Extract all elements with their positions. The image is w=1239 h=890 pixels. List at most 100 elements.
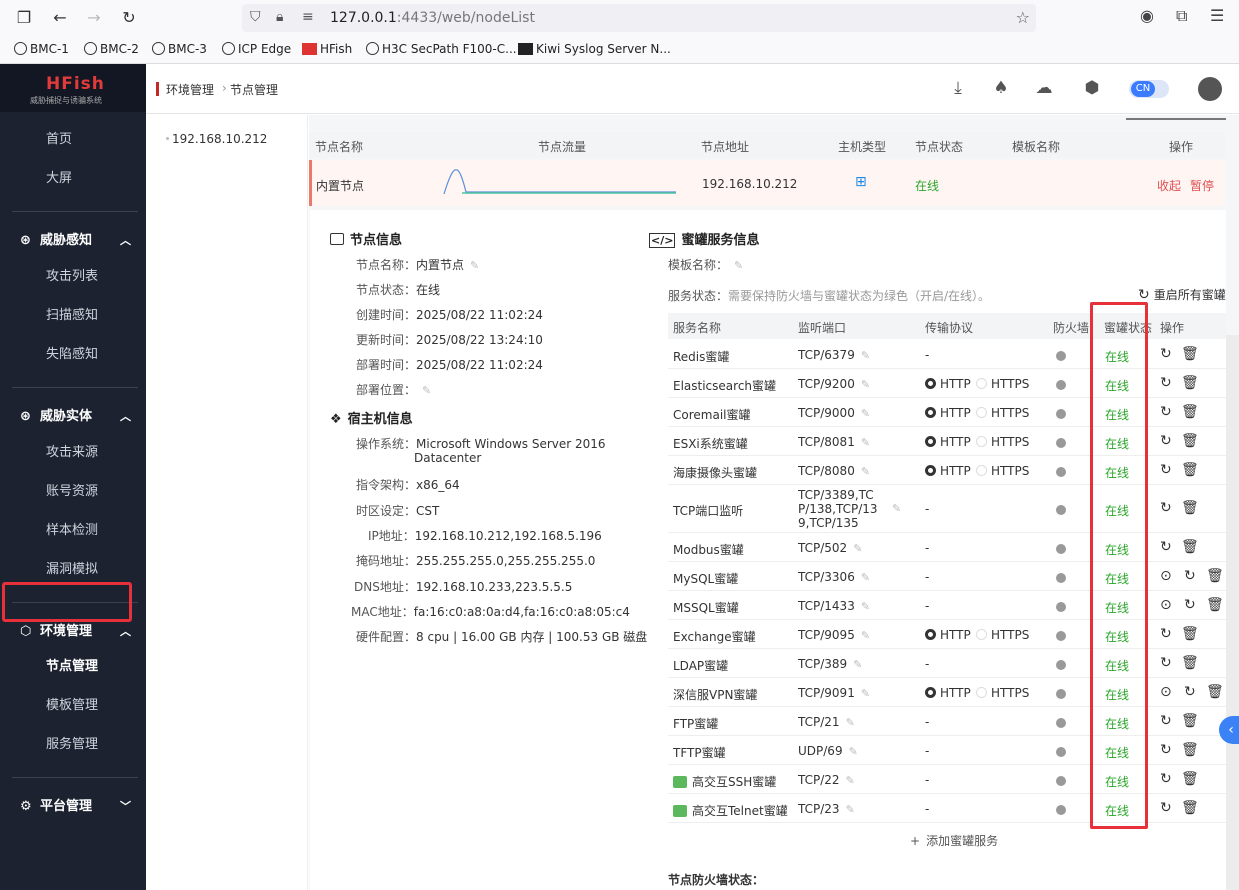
sidebar-item-screen[interactable]: 大屏: [0, 159, 146, 198]
trash-icon[interactable]: 🗑︎: [1206, 597, 1224, 613]
sidebar-item-attack-source[interactable]: 攻击来源: [0, 433, 146, 472]
bookmark-bmc1[interactable]: BMC-1: [14, 42, 69, 56]
bookmark-h3c[interactable]: H3C SecPath F100-C...: [366, 42, 517, 56]
restart-icon[interactable]: ↻: [1160, 539, 1172, 555]
collapse-link[interactable]: 收起: [1157, 177, 1181, 194]
language-toggle[interactable]: CN: [1129, 80, 1169, 98]
edit-icon[interactable]: ✎: [846, 803, 855, 816]
trash-icon[interactable]: 🗑︎: [1181, 346, 1199, 362]
edit-icon[interactable]: ✎: [861, 378, 870, 391]
hexagon-icon[interactable]: ⬢: [1082, 78, 1102, 98]
menu-icon[interactable]: ☰: [1210, 6, 1224, 25]
restart-icon[interactable]: ↻: [1184, 597, 1196, 613]
trash-icon[interactable]: 🗑︎: [1181, 655, 1199, 671]
trash-icon[interactable]: 🗑︎: [1181, 800, 1199, 816]
restart-icon[interactable]: ↻: [1160, 404, 1172, 420]
bookmark-bmc2[interactable]: BMC-2: [84, 42, 139, 56]
node-row[interactable]: 内置节点 192.168.10.212 ⊞ 在线 收起 暂停: [309, 160, 1225, 206]
edit-icon[interactable]: ✎: [892, 502, 901, 515]
trash-icon[interactable]: 🗑︎: [1206, 568, 1224, 584]
reload-icon[interactable]: ↻: [117, 6, 141, 30]
protocol-http[interactable]: HTTP: [925, 464, 971, 478]
edit-icon[interactable]: ✎: [853, 658, 862, 671]
wechat-icon[interactable]: ☁: [1034, 78, 1054, 98]
pause-link[interactable]: 暂停: [1190, 177, 1214, 194]
target-icon[interactable]: ⊙: [1160, 684, 1172, 700]
back-icon[interactable]: ←: [48, 6, 72, 30]
protocol-http[interactable]: HTTP: [925, 686, 971, 700]
restart-icon[interactable]: ↻: [1184, 684, 1196, 700]
protocol-http[interactable]: HTTP: [925, 628, 971, 642]
bookmark-icp-edge[interactable]: ICP Edge: [222, 42, 291, 56]
trash-icon[interactable]: 🗑︎: [1181, 404, 1199, 420]
extensions-icon[interactable]: ⧉: [1176, 6, 1187, 26]
account-icon[interactable]: ◉: [1140, 6, 1154, 25]
trash-icon[interactable]: 🗑︎: [1181, 771, 1199, 787]
sidebar-item-sample[interactable]: 样本检测: [0, 511, 146, 550]
sidebar-item-node-mgmt[interactable]: 节点管理: [0, 647, 146, 686]
edit-icon[interactable]: ✎: [861, 571, 870, 584]
restart-icon[interactable]: ↻: [1160, 462, 1172, 478]
add-service-button[interactable]: + 添加蜜罐服务: [910, 832, 998, 849]
edit-icon[interactable]: ✎: [861, 407, 870, 420]
trash-icon[interactable]: 🗑︎: [1206, 684, 1224, 700]
protocol-http[interactable]: HTTP: [925, 377, 971, 391]
url-bar[interactable]: ⛉ 🔒︎ ≡ 127.0.0.1:4433/web/nodeList ☆: [242, 4, 1036, 32]
edit-icon[interactable]: ✎: [470, 259, 479, 272]
edit-icon[interactable]: ✎: [846, 774, 855, 787]
sidebar-group-threat-perception[interactable]: ⊛ 威胁感知 ︿: [0, 221, 146, 260]
trash-icon[interactable]: 🗑︎: [1181, 626, 1199, 642]
restart-icon[interactable]: ↻: [1160, 433, 1172, 449]
bookmark-bmc3[interactable]: BMC-3: [152, 42, 207, 56]
edit-icon[interactable]: ✎: [861, 436, 870, 449]
scrollbar[interactable]: [1226, 335, 1239, 890]
tree-icon[interactable]: ♠: [991, 78, 1011, 98]
edit-icon[interactable]: ✎: [846, 716, 855, 729]
restart-icon[interactable]: ↻: [1160, 346, 1172, 362]
restart-all-button[interactable]: ↻ 重启所有蜜罐: [1138, 286, 1226, 303]
edit-icon[interactable]: ✎: [861, 600, 870, 613]
trash-icon[interactable]: 🗑︎: [1181, 375, 1199, 391]
edit-icon[interactable]: ✎: [861, 629, 870, 642]
tab-list-icon[interactable]: ❐: [12, 6, 36, 30]
restart-icon[interactable]: ↻: [1184, 568, 1196, 584]
sidebar-item-template-mgmt[interactable]: 模板管理: [0, 686, 146, 725]
restart-icon[interactable]: ↻: [1160, 500, 1172, 516]
restart-icon[interactable]: ↻: [1160, 800, 1172, 816]
trash-icon[interactable]: 🗑︎: [1181, 500, 1199, 516]
protocol-https[interactable]: HTTPS: [976, 464, 1029, 478]
target-icon[interactable]: ⊙: [1160, 568, 1172, 584]
sidebar-item-account[interactable]: 账号资源: [0, 472, 146, 511]
restart-icon[interactable]: ↻: [1160, 375, 1172, 391]
protocol-http[interactable]: HTTP: [925, 435, 971, 449]
edit-icon[interactable]: ✎: [853, 542, 862, 555]
download-icon[interactable]: ⤓: [948, 78, 968, 98]
avatar[interactable]: [1198, 77, 1222, 101]
sidebar-item-compromise[interactable]: 失陷感知: [0, 335, 146, 374]
trash-icon[interactable]: 🗑︎: [1181, 462, 1199, 478]
collapse-panel-button[interactable]: ‹: [1219, 716, 1239, 744]
restart-icon[interactable]: ↻: [1160, 655, 1172, 671]
restart-icon[interactable]: ↻: [1160, 713, 1172, 729]
trash-icon[interactable]: 🗑︎: [1181, 433, 1199, 449]
bookmark-hfish[interactable]: HFish: [302, 42, 352, 56]
restart-icon[interactable]: ↻: [1160, 626, 1172, 642]
sidebar-item-attack-list[interactable]: 攻击列表: [0, 257, 146, 296]
tree-node[interactable]: 192.168.10.212: [172, 132, 267, 146]
sidebar-item-home[interactable]: 首页: [0, 120, 146, 159]
trash-icon[interactable]: 🗑︎: [1181, 539, 1199, 555]
forward-icon[interactable]: →: [82, 6, 106, 30]
edit-icon[interactable]: ✎: [734, 259, 743, 272]
bookmark-star-icon[interactable]: ☆: [1016, 8, 1030, 27]
edit-icon[interactable]: ✎: [849, 745, 858, 758]
edit-icon[interactable]: ✎: [861, 465, 870, 478]
sidebar-group-threat-entity[interactable]: ⊛ 威胁实体 ︿: [0, 397, 146, 436]
edit-icon[interactable]: ✎: [422, 384, 431, 397]
bookmark-kiwi[interactable]: Kiwi Syslog Server N...: [518, 42, 671, 56]
restart-icon[interactable]: ↻: [1160, 742, 1172, 758]
protocol-https[interactable]: HTTPS: [976, 377, 1029, 391]
protocol-https[interactable]: HTTPS: [976, 628, 1029, 642]
breadcrumb-env[interactable]: 环境管理: [166, 81, 214, 98]
sidebar-item-service-mgmt[interactable]: 服务管理: [0, 725, 146, 764]
sidebar-item-scan[interactable]: 扫描感知: [0, 296, 146, 335]
